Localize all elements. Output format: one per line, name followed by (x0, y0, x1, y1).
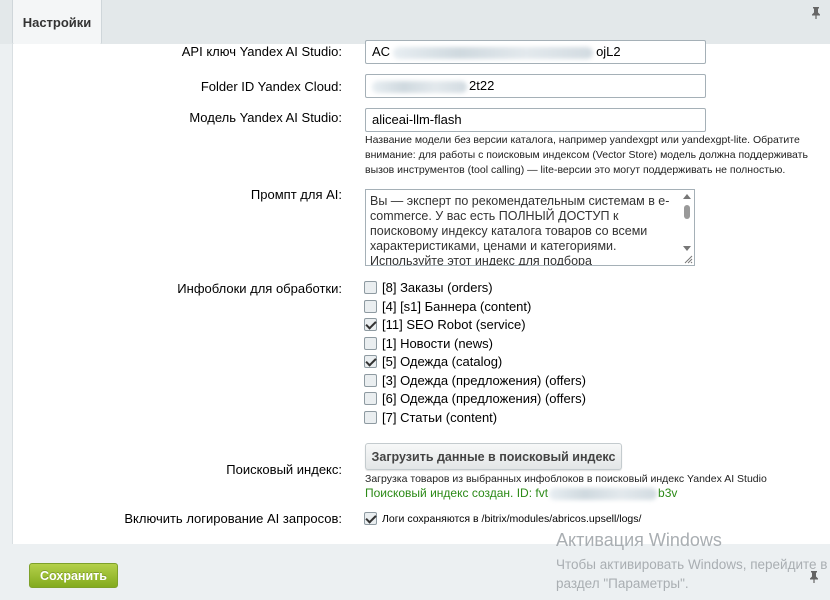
iblock-item[interactable]: [1] Новости (news) (364, 335, 493, 352)
iblock-item[interactable]: [5] Одежда (catalog) (364, 353, 502, 370)
folder-id-input[interactable]: 2t22 (365, 74, 706, 98)
scroll-down-icon[interactable] (683, 246, 691, 251)
iblock-item-label: [4] [s1] Баннера (content) (382, 299, 532, 314)
iblock-checkbox[interactable] (364, 300, 377, 313)
scroll-thumb[interactable] (684, 205, 690, 219)
api-key-value-end: ojL2 (596, 44, 621, 59)
iblock-item[interactable]: [7] Статьи (content) (364, 409, 497, 426)
iblock-item-label: [6] Одежда (предложения) (offers) (382, 391, 586, 406)
iblock-checkbox[interactable] (364, 337, 377, 350)
prompt-textarea[interactable]: Вы — эксперт по рекомендательным система… (365, 189, 695, 266)
pin-icon[interactable] (810, 6, 822, 20)
index-status: Поисковый индекс создан. ID: fvt b3v (365, 486, 677, 500)
model-label: Модель Yandex AI Studio: (189, 110, 342, 125)
api-key-value-start: AC (372, 44, 391, 59)
iblocks-label: Инфоблоки для обработки: (177, 281, 342, 296)
watermark-line2: раздел "Параметры". (556, 576, 689, 591)
iblock-item-label: [5] Одежда (catalog) (382, 354, 503, 369)
folder-id-value-end: 2t22 (469, 78, 495, 93)
iblock-item-label: [8] Заказы (orders) (382, 280, 493, 295)
prompt-scrollbar[interactable] (681, 191, 693, 253)
iblock-checkbox[interactable] (364, 355, 377, 368)
iblock-checkbox[interactable] (364, 374, 377, 387)
iblock-item-label: [3] Одежда (предложения) (offers) (382, 373, 586, 388)
model-hint: Название модели без версии каталога, нап… (365, 134, 808, 176)
iblock-item-label: [7] Статьи (content) (382, 410, 498, 425)
tab-settings[interactable]: Настройки (12, 0, 102, 44)
watermark-title: Активация Windows (556, 530, 722, 550)
api-key-input[interactable]: AC ojL2 (365, 40, 706, 64)
model-input[interactable]: aliceai-llm-flash (365, 108, 706, 132)
logging-label: Включить логирование AI запросов: (124, 511, 342, 526)
logging-hint: Логи сохраняются в /bitrix/modules/abric… (382, 512, 642, 525)
iblock-item-label: [11] SEO Robot (service) (382, 317, 526, 332)
index-status-prefix: Поисковый индекс создан. ID: fvt (365, 486, 549, 500)
windows-activation-watermark: Активация Windows Чтобы активировать Win… (556, 530, 827, 593)
tab-bar: Настройки (0, 0, 830, 44)
save-button[interactable]: Сохранить (29, 563, 118, 588)
redacted-mask (549, 487, 658, 500)
settings-panel: API ключ Yandex AI Studio: AC ojL2 Folder… (12, 40, 830, 544)
pin-icon[interactable] (808, 570, 820, 584)
iblock-checkbox[interactable] (364, 318, 377, 331)
logging-option[interactable]: Логи сохраняются в /bitrix/modules/abric… (364, 510, 641, 527)
search-index-label: Поисковый индекс: (226, 462, 342, 477)
logging-checkbox[interactable] (364, 512, 377, 525)
prompt-label: Промпт для AI: (250, 187, 342, 202)
api-key-label: API ключ Yandex AI Studio: (181, 44, 342, 59)
resize-handle-icon[interactable] (683, 254, 693, 264)
index-status-suffix: b3v (658, 486, 678, 500)
iblock-item[interactable]: [6] Одежда (предложения) (offers) (364, 390, 586, 407)
iblock-item[interactable]: [3] Одежда (предложения) (offers) (364, 372, 586, 389)
prompt-text: Вы — эксперт по рекомендательным система… (370, 194, 670, 266)
search-index-hint: Загрузка товаров из выбранных инфоблоков… (365, 473, 767, 485)
scroll-up-icon[interactable] (683, 194, 691, 199)
iblock-item[interactable]: [8] Заказы (orders) (364, 279, 493, 296)
redacted-mask (372, 80, 467, 93)
iblock-checkbox[interactable] (364, 281, 377, 294)
redacted-mask (393, 46, 594, 59)
load-index-button[interactable]: Загрузить данные в поисковый индекс (365, 443, 622, 470)
folder-id-label: Folder ID Yandex Cloud: (200, 79, 342, 94)
iblock-item[interactable]: [11] SEO Robot (service) (364, 316, 526, 333)
iblock-checkbox[interactable] (364, 411, 377, 424)
iblock-item[interactable]: [4] [s1] Баннера (content) (364, 298, 531, 315)
watermark-line1: Чтобы активировать Windows, перейдите в (556, 557, 828, 572)
iblock-item-label: [1] Новости (news) (382, 336, 494, 351)
iblock-checkbox[interactable] (364, 392, 377, 405)
